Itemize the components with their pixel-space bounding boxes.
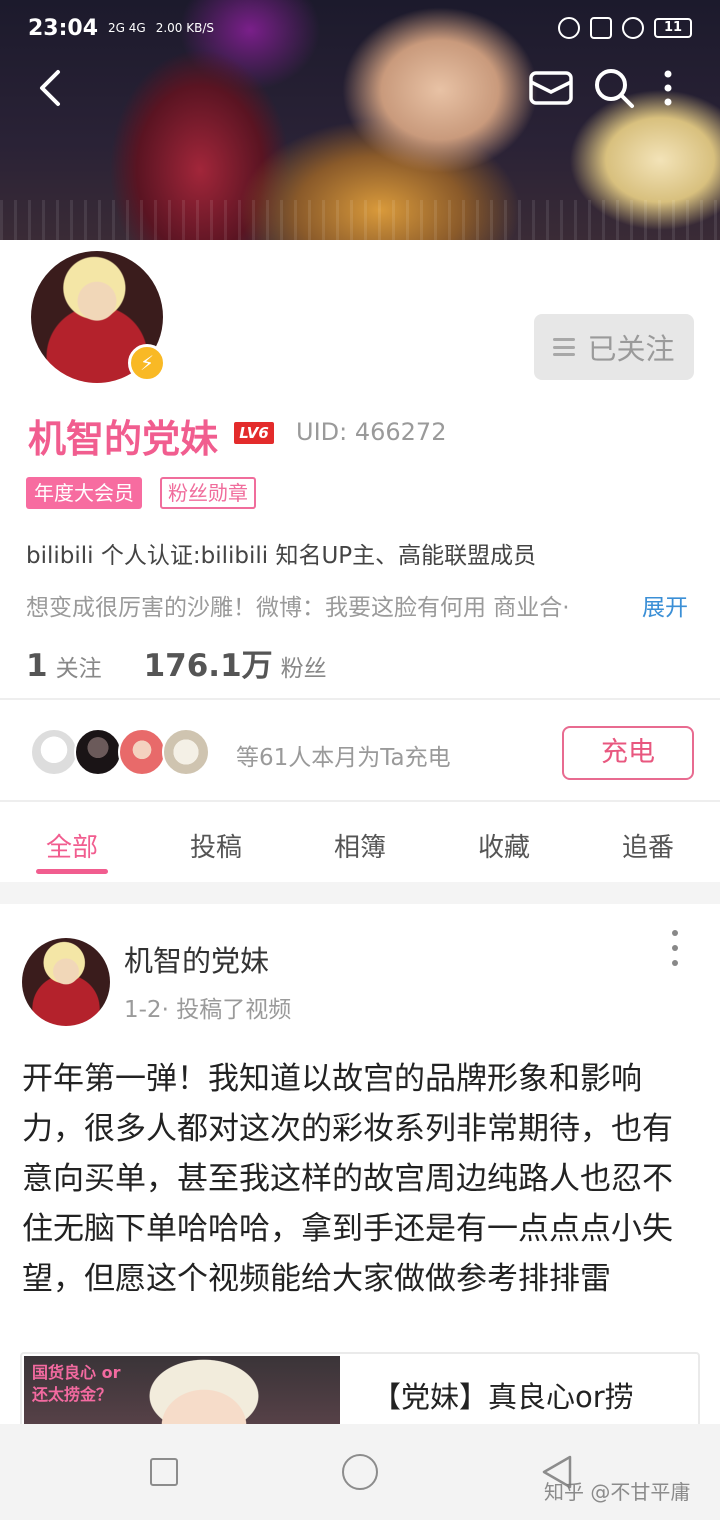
silent-bell-icon xyxy=(590,17,612,39)
tab-anime[interactable]: 追番 xyxy=(576,804,720,882)
charge-button[interactable]: 充电 xyxy=(562,726,694,780)
certification-text: bilibili 个人认证:bilibili 知名UP主、高能联盟成员 xyxy=(26,543,537,569)
network-indicator: 2G 4G xyxy=(108,21,146,35)
post-more-icon[interactable] xyxy=(664,930,686,966)
battery-icon: 11 xyxy=(654,18,692,38)
system-navigation-bar: 知乎 @不甘平庸 xyxy=(0,1424,720,1520)
home-icon[interactable] xyxy=(342,1454,378,1490)
fans-label[interactable]: 粉丝 xyxy=(281,649,327,683)
divider xyxy=(0,800,720,802)
back-icon[interactable] xyxy=(34,68,70,108)
search-icon[interactable] xyxy=(592,66,636,110)
post-author-name[interactable]: 机智的党妹 xyxy=(124,938,269,980)
bio-text: 想变成很厉害的沙雕！微博：我要这脸有何用 商业合· xyxy=(26,595,570,621)
banner-stage-lights xyxy=(0,200,720,240)
video-title: 【党妹】真良心or捞 xyxy=(372,1380,634,1414)
post-author-avatar[interactable] xyxy=(22,938,110,1026)
fans-count[interactable]: 176.1万 xyxy=(144,640,273,685)
lock-rotation-icon xyxy=(622,17,644,39)
user-uid: UID: 466272 xyxy=(296,418,447,446)
followed-label: 已关注 xyxy=(587,332,675,366)
thumbnail-caption: 国货良心 or 还太捞金？ xyxy=(32,1363,121,1404)
tab-submissions[interactable]: 投稿 xyxy=(144,804,288,882)
charger-avatars[interactable] xyxy=(30,728,210,776)
profile-name: 机智的党妹 xyxy=(28,417,219,461)
profile-stats: 1 关注 176.1万 粉丝 xyxy=(26,640,327,685)
verified-lightning-icon: ⚡ xyxy=(128,344,166,382)
watermark: 知乎 @不甘平庸 xyxy=(544,1480,691,1504)
tab-favorites[interactable]: 收藏 xyxy=(432,804,576,882)
status-time: 23:04 xyxy=(28,15,99,41)
divider xyxy=(0,698,720,700)
following-count[interactable]: 1 xyxy=(26,648,48,684)
following-label[interactable]: 关注 xyxy=(56,649,102,683)
mail-icon[interactable] xyxy=(528,70,574,106)
charger-avatar xyxy=(162,728,210,776)
charge-count-text: 等61人本月为Ta充电 xyxy=(236,745,451,771)
charger-avatar xyxy=(118,728,166,776)
section-separator xyxy=(0,882,720,904)
status-bar: 23:04 2G 4G 2.00 KB/S 11 xyxy=(0,0,720,56)
level-badge: LV6 xyxy=(234,422,274,444)
tab-albums[interactable]: 相簿 xyxy=(288,804,432,882)
active-tab-indicator xyxy=(36,869,108,874)
charger-avatar xyxy=(74,728,122,776)
top-navigation xyxy=(0,56,720,120)
expand-bio-link[interactable]: 展开 xyxy=(642,588,688,622)
post-meta: 1-2· 投稿了视频 xyxy=(124,997,292,1023)
charger-avatar xyxy=(30,728,78,776)
followed-button[interactable]: 已关注 xyxy=(534,314,694,380)
fan-badge-tag[interactable]: 粉丝勋章 xyxy=(160,477,256,509)
profile-tabs: 全部 投稿 相簿 收藏 追番 xyxy=(0,804,720,882)
post-text[interactable]: 开年第一弹！我知道以故宫的品牌形象和影响力，很多人都对这次的彩妆系列非常期待，也… xyxy=(22,1054,698,1304)
network-speed: 2.00 KB/S xyxy=(155,21,215,35)
more-vertical-icon[interactable] xyxy=(654,66,682,110)
menu-lines-icon xyxy=(553,338,576,356)
recent-apps-icon[interactable] xyxy=(150,1458,178,1486)
do-not-disturb-icon xyxy=(558,17,580,39)
tab-all[interactable]: 全部 xyxy=(0,804,144,882)
annual-vip-tag[interactable]: 年度大会员 xyxy=(26,477,142,509)
